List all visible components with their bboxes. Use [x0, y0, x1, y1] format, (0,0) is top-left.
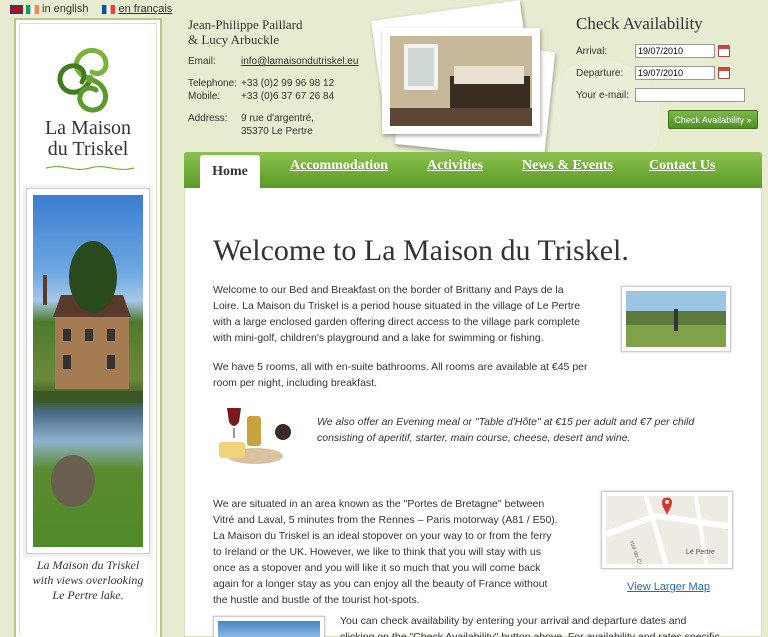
- lang-english[interactable]: in english: [10, 3, 88, 15]
- bedroom-photo: [390, 36, 532, 126]
- village-photo: [213, 616, 325, 637]
- arrival-calendar-icon[interactable]: [718, 45, 730, 57]
- main-content: Welcome to La Maison du Triskel. Welcome…: [184, 188, 762, 637]
- your-email-label: Your e-mail:: [576, 89, 629, 101]
- lang-french-link[interactable]: en français: [118, 3, 172, 15]
- contact-info: Jean-Philippe Paillard & Lucy Arbuckle E…: [188, 17, 358, 138]
- caption-line1: La Maison du Triskel: [36, 558, 140, 572]
- owner-names: Jean-Philippe Paillard & Lucy Arbuckle: [188, 17, 358, 47]
- address-label: Address:: [188, 113, 228, 124]
- mobile-value: +33 (0)6 37 67 26 84: [241, 91, 335, 102]
- tab-home[interactable]: Home: [200, 155, 260, 188]
- tab-accommodation[interactable]: Accommodation: [290, 158, 388, 174]
- evening-meal-line: consisting of aperitif, starter, main co…: [317, 432, 631, 444]
- address-line2: 35370 Le Pertre: [241, 126, 313, 137]
- availability-line: clicking on the "Check Availability" but…: [340, 631, 720, 637]
- park-photo: [621, 286, 731, 352]
- collage-photo-front: [382, 28, 540, 134]
- village-photo-image: [218, 621, 320, 637]
- location-paragraph: We are situated in an area known as the …: [213, 496, 558, 608]
- rooms-paragraph: We have 5 rooms, all with en-suite bathr…: [213, 359, 588, 391]
- logo-line1: La Maison: [44, 117, 132, 139]
- arrival-date-input[interactable]: [635, 44, 715, 58]
- availability-line: You can check availability by entering y…: [340, 615, 687, 627]
- intro-paragraph: Welcome to our Bed and Breakfast on the …: [213, 282, 580, 346]
- house-illustration: [33, 241, 143, 507]
- intro-line: Loire. La Maison du Triskel is a period …: [213, 300, 581, 312]
- intro-line: with mini-golf, children's playground an…: [213, 332, 544, 344]
- house-photo-frame: [26, 188, 150, 554]
- telephone-label: Telephone:: [188, 78, 237, 89]
- location-line: to Ireland or the UK. However, we like t…: [213, 546, 541, 558]
- sidebar-photo-caption: La Maison du Triskel with views overlook…: [16, 554, 160, 603]
- triskel-logo-icon[interactable]: [46, 38, 134, 120]
- your-email-input[interactable]: [635, 88, 745, 102]
- decorative-swirl-icon: [45, 165, 135, 171]
- park-image: [626, 291, 726, 347]
- view-larger-map-link[interactable]: View Larger Map: [627, 581, 710, 593]
- tab-news-events[interactable]: News & Events: [522, 158, 613, 174]
- house-photo: [33, 195, 143, 547]
- lang-english-label[interactable]: in english: [42, 3, 88, 15]
- location-line: again for a longer stay as you can enjoy…: [213, 578, 548, 590]
- check-availability-form: Check Availability Arrival: Departure: Y…: [576, 14, 762, 106]
- lang-french[interactable]: en français: [102, 3, 172, 15]
- sidebar: La Maison du Triskel La Maison du Triske…: [14, 18, 162, 637]
- evening-meal-line: We also offer an Evening meal or "Table …: [317, 416, 695, 428]
- telephone-value: +33 (0)2 99 96 98 12: [241, 78, 335, 89]
- logo-line2: du Triskel: [47, 138, 129, 160]
- language-selector: in english en français: [10, 3, 172, 15]
- caption-line3: Le Pertre lake.: [52, 588, 124, 602]
- mobile-label: Mobile:: [188, 91, 221, 102]
- room-photos-collage: [360, 0, 556, 160]
- check-availability-title: Check Availability: [576, 14, 703, 33]
- location-line: We are situated in an area known as the …: [213, 498, 545, 510]
- tab-activities[interactable]: Activities: [427, 158, 483, 174]
- address-line1: 9 rue d'argentré,: [241, 113, 315, 124]
- uk-flag-icon: [10, 4, 23, 14]
- evening-meal-paragraph: We also offer an Evening meal or "Table …: [317, 414, 694, 446]
- intro-line: Welcome to our Bed and Breakfast on the …: [213, 284, 564, 296]
- owner-names-line1: Jean-Philippe Paillard: [188, 17, 303, 32]
- ireland-flag-icon: [26, 4, 39, 14]
- departure-calendar-icon[interactable]: [718, 67, 730, 79]
- email-label: Email:: [188, 56, 216, 67]
- location-line: Vitré and Laval, 5 minutes from the Renn…: [213, 514, 558, 526]
- rooms-line: room per night, including breakfast.: [213, 377, 378, 389]
- rooms-line: We have 5 rooms, all with en-suite bathr…: [213, 361, 588, 373]
- arrival-label: Arrival:: [576, 45, 608, 57]
- check-availability-button[interactable]: Check Availability »: [668, 110, 758, 129]
- departure-label: Departure:: [576, 67, 624, 79]
- map-label-town: Le Pertre: [686, 549, 715, 556]
- location-line: the hustle and bustle of the tourist hot…: [213, 594, 420, 606]
- logo-text: La Maison du Triskel: [16, 118, 160, 160]
- caption-line2: with views overlooking: [32, 573, 144, 587]
- intro-line: with a large enclosed garden offering di…: [213, 316, 580, 328]
- departure-date-input[interactable]: [635, 66, 715, 80]
- location-line: La Maison du Triskel is an ideal stopove…: [213, 530, 552, 542]
- location-line: once as a stopover and you will like it …: [213, 562, 541, 574]
- availability-paragraph: You can check availability by entering y…: [340, 613, 720, 637]
- tab-contact-us[interactable]: Contact Us: [649, 158, 716, 174]
- location-map[interactable]: rue du Calvaire Le Pertre: [601, 491, 733, 582]
- food-and-wine-image: [219, 408, 291, 464]
- map-image[interactable]: rue du Calvaire Le Pertre: [604, 495, 729, 582]
- france-flag-icon: [102, 4, 116, 14]
- main-navigation: Home Accommodation Activities News & Eve…: [184, 152, 762, 188]
- page-title: Welcome to La Maison du Triskel.: [213, 234, 629, 267]
- owner-names-line2: & Lucy Arbuckle: [188, 32, 279, 47]
- email-link[interactable]: info@lamaisondutriskel.eu: [241, 55, 358, 68]
